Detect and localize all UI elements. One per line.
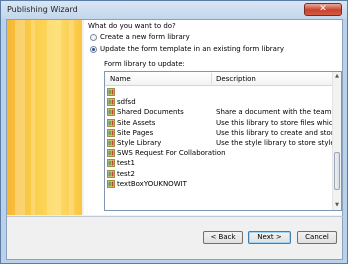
cancel-button[interactable]: Cancel [297, 231, 337, 244]
list-header: Name Description [105, 72, 334, 86]
list-item[interactable]: Style Library Use the style library to st… [105, 138, 341, 148]
window-title: Publishing Wizard [7, 5, 78, 14]
list-item[interactable]: test1 [105, 158, 334, 168]
list-item-description: Use this library to store files which... [216, 118, 342, 127]
document-library-icon [107, 88, 115, 96]
document-library-icon [107, 149, 115, 158]
list-item-name: Site Assets [117, 118, 156, 127]
option-update-label: Update the form template in an existing … [100, 45, 284, 53]
radio-update-existing[interactable] [90, 45, 97, 53]
list-item[interactable]: test2 [105, 169, 334, 179]
column-header-name[interactable]: Name [110, 75, 131, 83]
scrollbar-thumb[interactable] [334, 152, 340, 190]
list-item[interactable]: sdfsd [105, 97, 334, 107]
option-create-label: Create a new form library [100, 33, 190, 41]
document-library-icon [107, 128, 115, 137]
document-library-icon [107, 98, 115, 107]
list-item-name: test2 [117, 169, 135, 178]
list-item[interactable]: Shared Documents Share a document with th… [105, 107, 341, 117]
list-item-name: Site Pages [117, 128, 154, 137]
scroll-down-arrow-icon[interactable]: ▼ [334, 202, 340, 209]
wizard-content: What do you want to do? Create a new for… [84, 20, 342, 215]
option-update-existing-library[interactable]: Update the form template in an existing … [90, 44, 284, 54]
option-create-new-library[interactable]: Create a new form library [90, 32, 190, 42]
form-library-group: Form library to update: Name Description… [100, 60, 342, 212]
list-item-name: Shared Documents [117, 108, 184, 117]
list-item-name: SWS Request For Collaboration [117, 149, 226, 158]
list-item-description: Share a document with the team b... [216, 108, 342, 117]
column-header-description[interactable]: Description [216, 75, 256, 83]
back-button[interactable]: < Back [203, 231, 243, 244]
form-library-list[interactable]: Name Description sdfsd Shared Documents Sh… [104, 71, 342, 211]
question-label: What do you want to do? [88, 22, 176, 30]
list-item-description: Use the style library to store style... [216, 138, 342, 147]
radio-create-new[interactable] [90, 33, 97, 41]
list-item[interactable]: Site Assets Use this library to store fil… [105, 118, 341, 128]
wizard-client-area: What do you want to do? Create a new for… [6, 19, 343, 260]
list-item[interactable]: textBoxYOUKNOWIT [105, 179, 334, 189]
button-area-divider [7, 216, 343, 217]
wizard-banner-image [7, 20, 82, 215]
document-library-icon [107, 179, 115, 188]
list-item-description: Use this library to create and stor... [216, 128, 340, 137]
document-library-icon [107, 169, 115, 178]
list-item[interactable]: SWS Request For Collaboration [105, 148, 334, 158]
document-library-icon [107, 118, 115, 127]
list-item-name: textBoxYOUKNOWIT [117, 179, 187, 188]
column-separator[interactable] [211, 73, 212, 84]
list-rows: sdfsd Shared Documents Share a document wi… [105, 87, 341, 189]
list-scrollbar[interactable]: ▲ ▼ [332, 72, 341, 210]
form-library-label: Form library to update: [104, 60, 185, 68]
document-library-icon [107, 108, 115, 117]
document-library-icon [107, 159, 115, 168]
list-item[interactable]: Site Pages Use this library to create and… [105, 128, 340, 138]
list-item-name: test1 [117, 159, 135, 168]
list-item[interactable] [105, 87, 334, 97]
document-library-icon [107, 139, 115, 147]
title-bar[interactable]: Publishing Wizard ✕ [1, 1, 347, 19]
scroll-up-arrow-icon[interactable]: ▲ [334, 73, 340, 80]
close-button[interactable]: ✕ [304, 3, 342, 16]
list-item-name: Style Library [117, 138, 162, 147]
list-item-name: sdfsd [117, 98, 136, 107]
next-button[interactable]: Next > [248, 231, 291, 244]
publishing-wizard-window: Publishing Wizard ✕ What do you want to … [0, 0, 348, 264]
